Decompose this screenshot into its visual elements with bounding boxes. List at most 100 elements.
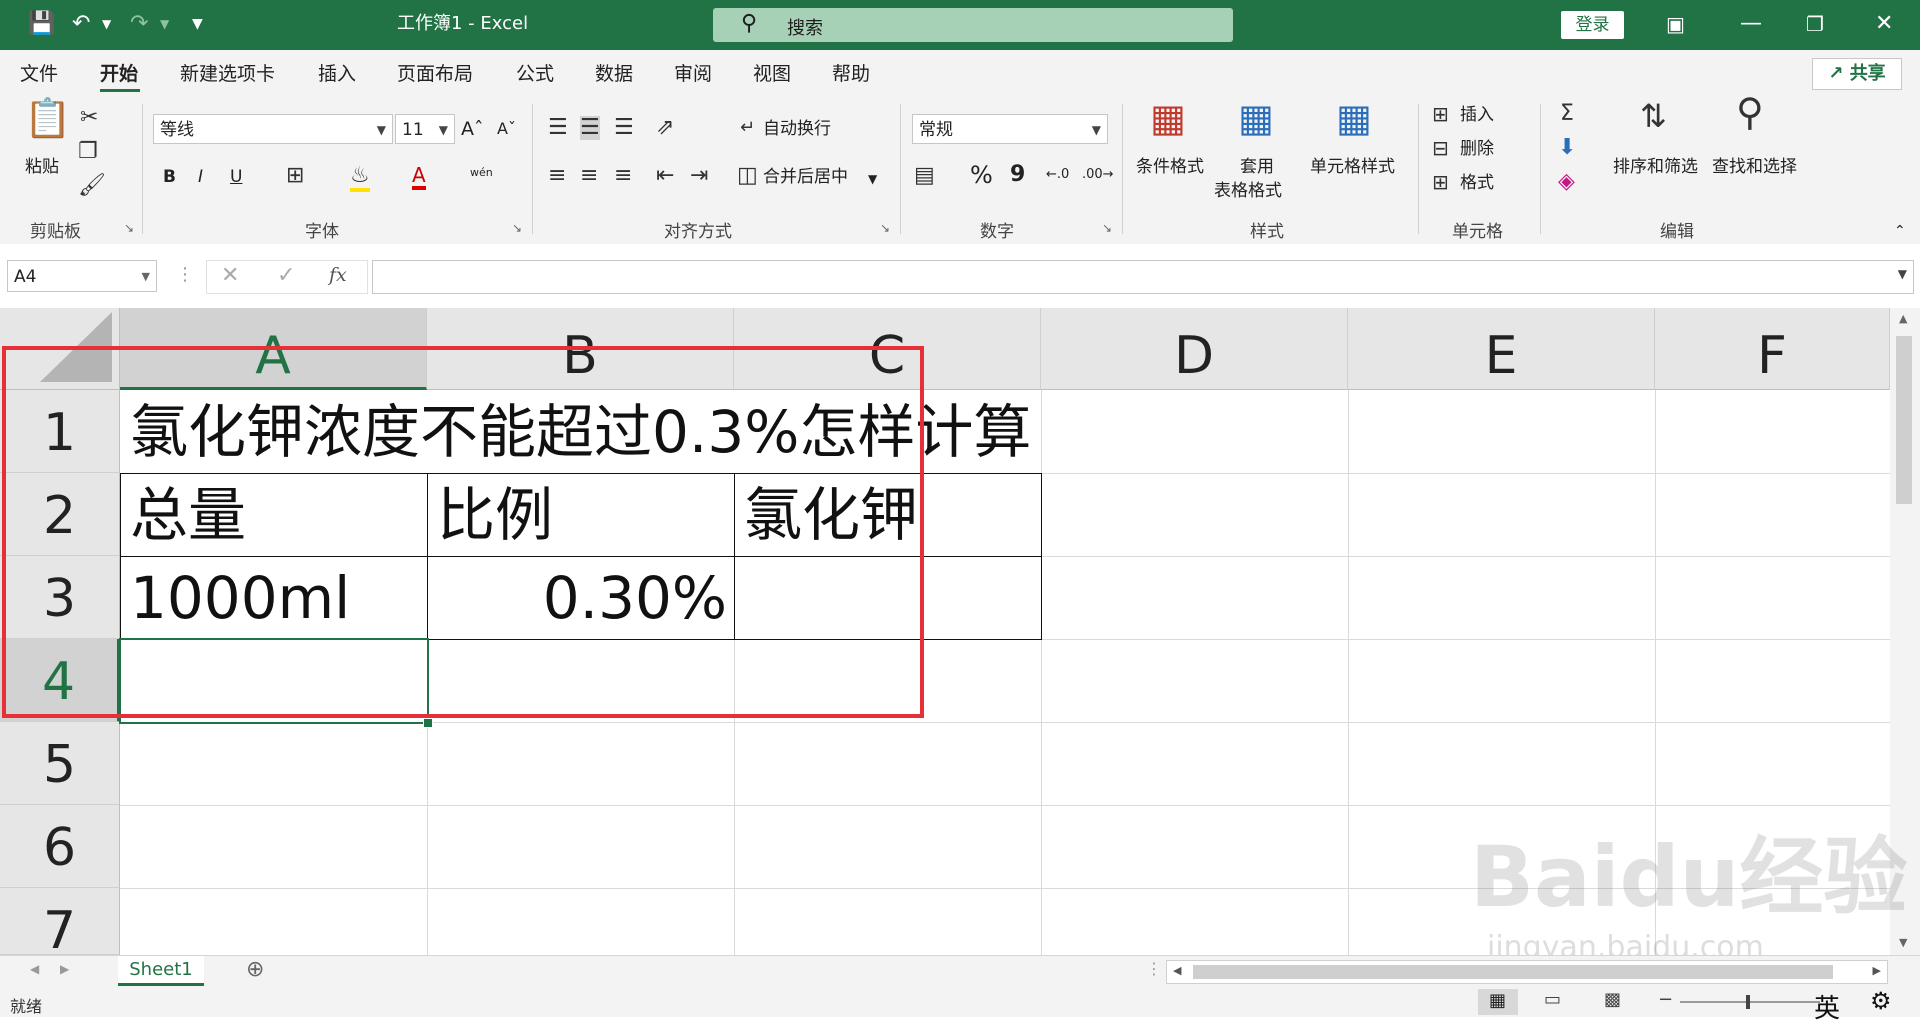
name-box[interactable]: A4 ▼ (7, 260, 157, 292)
drag-handle-icon[interactable]: ⋮ (1146, 959, 1162, 978)
italic-button[interactable]: I (198, 166, 203, 188)
enter-icon[interactable]: ✓ (277, 263, 295, 288)
scroll-up-icon[interactable]: ▲ (1899, 312, 1907, 325)
tab-data[interactable]: 数据 (595, 62, 633, 86)
cut-icon[interactable]: ✂ (80, 106, 98, 130)
ime-indicator[interactable]: 英 (1814, 988, 1840, 1025)
gear-icon[interactable]: ⚙ (1870, 987, 1892, 1015)
tab-view[interactable]: 视图 (753, 62, 791, 86)
prev-sheet-icon[interactable]: ◀ (30, 962, 39, 976)
find-select-button[interactable]: 查找和选择 (1712, 156, 1797, 178)
wrap-text-icon[interactable]: ↵ (740, 116, 755, 140)
paste-label[interactable]: 粘贴 (25, 156, 59, 178)
wrap-text-button[interactable]: 自动换行 (763, 118, 831, 140)
format-cells-button[interactable]: 格式 (1460, 172, 1494, 194)
delete-cells-icon[interactable]: ⊟ (1432, 136, 1449, 160)
align-top-icon[interactable]: ☰ (548, 116, 568, 140)
underline-button[interactable]: U (230, 166, 242, 188)
ribbon-display-icon[interactable]: ▣ (1666, 10, 1685, 38)
merge-center-icon[interactable]: ◫ (737, 164, 758, 188)
insert-cells-button[interactable]: 插入 (1460, 104, 1494, 126)
tab-file[interactable]: 文件 (20, 62, 58, 86)
font-size-select[interactable]: 11 ▼ (395, 114, 455, 144)
restore-icon[interactable]: ❐ (1806, 10, 1824, 38)
zoom-slider[interactable] (1680, 1001, 1820, 1003)
phonetic-icon[interactable]: wén (470, 162, 493, 184)
table-format-line2[interactable]: 表格格式 (1214, 180, 1282, 202)
insert-function-button[interactable]: fx (329, 264, 347, 286)
redo-icon[interactable]: ↷ (130, 10, 148, 38)
tab-insert[interactable]: 插入 (318, 62, 356, 86)
fill-color-icon[interactable]: ♨ (350, 164, 370, 192)
font-color-icon[interactable]: A (412, 164, 426, 190)
autosum-icon[interactable]: Σ (1560, 102, 1574, 126)
delete-cells-button[interactable]: 删除 (1460, 138, 1494, 160)
drag-handle-icon[interactable]: ⋮ (176, 264, 194, 285)
scroll-thumb[interactable] (1896, 336, 1912, 504)
cancel-icon[interactable]: ✕ (221, 263, 239, 288)
alignment-launcher-icon[interactable]: ↘ (880, 221, 890, 235)
merge-center-button[interactable]: 合并后居中 (763, 166, 848, 188)
zoom-out-icon[interactable]: − (1658, 989, 1673, 1010)
number-format-select[interactable]: 常规 ▼ (912, 114, 1108, 144)
clipboard-launcher-icon[interactable]: ↘ (124, 221, 134, 235)
fill-handle[interactable] (423, 718, 433, 728)
expand-formula-icon[interactable]: ▼ (1898, 267, 1907, 281)
scroll-down-icon[interactable]: ▼ (1899, 936, 1907, 949)
increase-decimal-icon[interactable]: ←.0 (1046, 164, 1069, 186)
tab-home[interactable]: 开始 (100, 62, 138, 86)
table-format-icon[interactable]: ▦ (1238, 99, 1274, 137)
paste-icon[interactable]: 📋 (24, 99, 71, 137)
tab-new[interactable]: 新建选项卡 (180, 62, 275, 86)
font-launcher-icon[interactable]: ↘ (512, 221, 522, 235)
undo-dropdown-icon[interactable]: ▼ (102, 10, 111, 38)
copy-icon[interactable]: ❐ (78, 140, 98, 164)
increase-indent-icon[interactable]: ⇥ (690, 164, 708, 188)
column-header-e[interactable]: E (1348, 308, 1655, 390)
align-center-icon[interactable]: ≡ (580, 164, 598, 188)
horizontal-scrollbar[interactable]: ◀ ▶ (1166, 960, 1888, 984)
normal-view-button[interactable]: ▦ (1478, 989, 1518, 1015)
column-header-f[interactable]: F (1655, 308, 1890, 390)
row-header-6[interactable]: 6 (0, 805, 120, 888)
font-name-select[interactable]: 等线 ▼ (153, 114, 393, 144)
row-header-7[interactable]: 7 (0, 888, 120, 955)
tab-help[interactable]: 帮助 (832, 62, 870, 86)
tab-review[interactable]: 审阅 (674, 62, 712, 86)
minimize-icon[interactable]: — (1740, 10, 1762, 38)
share-button[interactable]: ↗ 共享 (1812, 58, 1902, 90)
decrease-decimal-icon[interactable]: .00→ (1082, 164, 1114, 186)
orientation-icon[interactable]: ⇗ (656, 116, 674, 140)
scroll-left-icon[interactable]: ◀ (1173, 964, 1181, 977)
bold-button[interactable]: B (163, 166, 176, 188)
search-box[interactable]: ⚲ 搜索 (713, 8, 1233, 42)
sort-filter-button[interactable]: 排序和筛选 (1613, 156, 1698, 178)
undo-icon[interactable]: ↶ (72, 10, 90, 38)
login-button[interactable]: 登录 (1561, 11, 1624, 39)
align-middle-icon[interactable]: ☰ (580, 116, 600, 140)
row-header-5[interactable]: 5 (0, 722, 120, 805)
horizontal-scroll-thumb[interactable] (1193, 965, 1833, 979)
page-layout-view-icon[interactable]: ▭ (1544, 989, 1561, 1010)
tab-formulas[interactable]: 公式 (516, 62, 554, 86)
chevron-down-icon[interactable]: ▼ (868, 168, 877, 190)
format-cells-icon[interactable]: ⊞ (1432, 170, 1449, 194)
formula-input[interactable]: ▼ (372, 260, 1914, 294)
redo-dropdown-icon[interactable]: ▼ (160, 10, 169, 38)
add-sheet-icon[interactable]: ⊕ (246, 957, 264, 982)
conditional-format-button[interactable]: 条件格式 (1136, 156, 1204, 178)
next-sheet-icon[interactable]: ▶ (60, 962, 69, 976)
increase-font-icon[interactable]: Aˆ (461, 118, 484, 140)
find-select-icon[interactable]: ⚲ (1736, 93, 1764, 131)
save-icon[interactable]: 💾 (28, 10, 55, 38)
cell-styles-icon[interactable]: ▦ (1336, 99, 1372, 137)
column-header-d[interactable]: D (1041, 308, 1348, 390)
zoom-slider-thumb[interactable] (1746, 995, 1750, 1009)
format-painter-icon[interactable]: 🖌 (78, 174, 106, 198)
decrease-font-icon[interactable]: Aˇ (497, 118, 516, 140)
sheet-tab-sheet1[interactable]: Sheet1 (118, 956, 204, 986)
clear-icon[interactable]: ◈ (1558, 170, 1575, 194)
sort-filter-icon[interactable]: ⇅ (1640, 100, 1667, 132)
align-left-icon[interactable]: ≡ (548, 164, 566, 188)
close-icon[interactable]: ✕ (1875, 10, 1893, 38)
